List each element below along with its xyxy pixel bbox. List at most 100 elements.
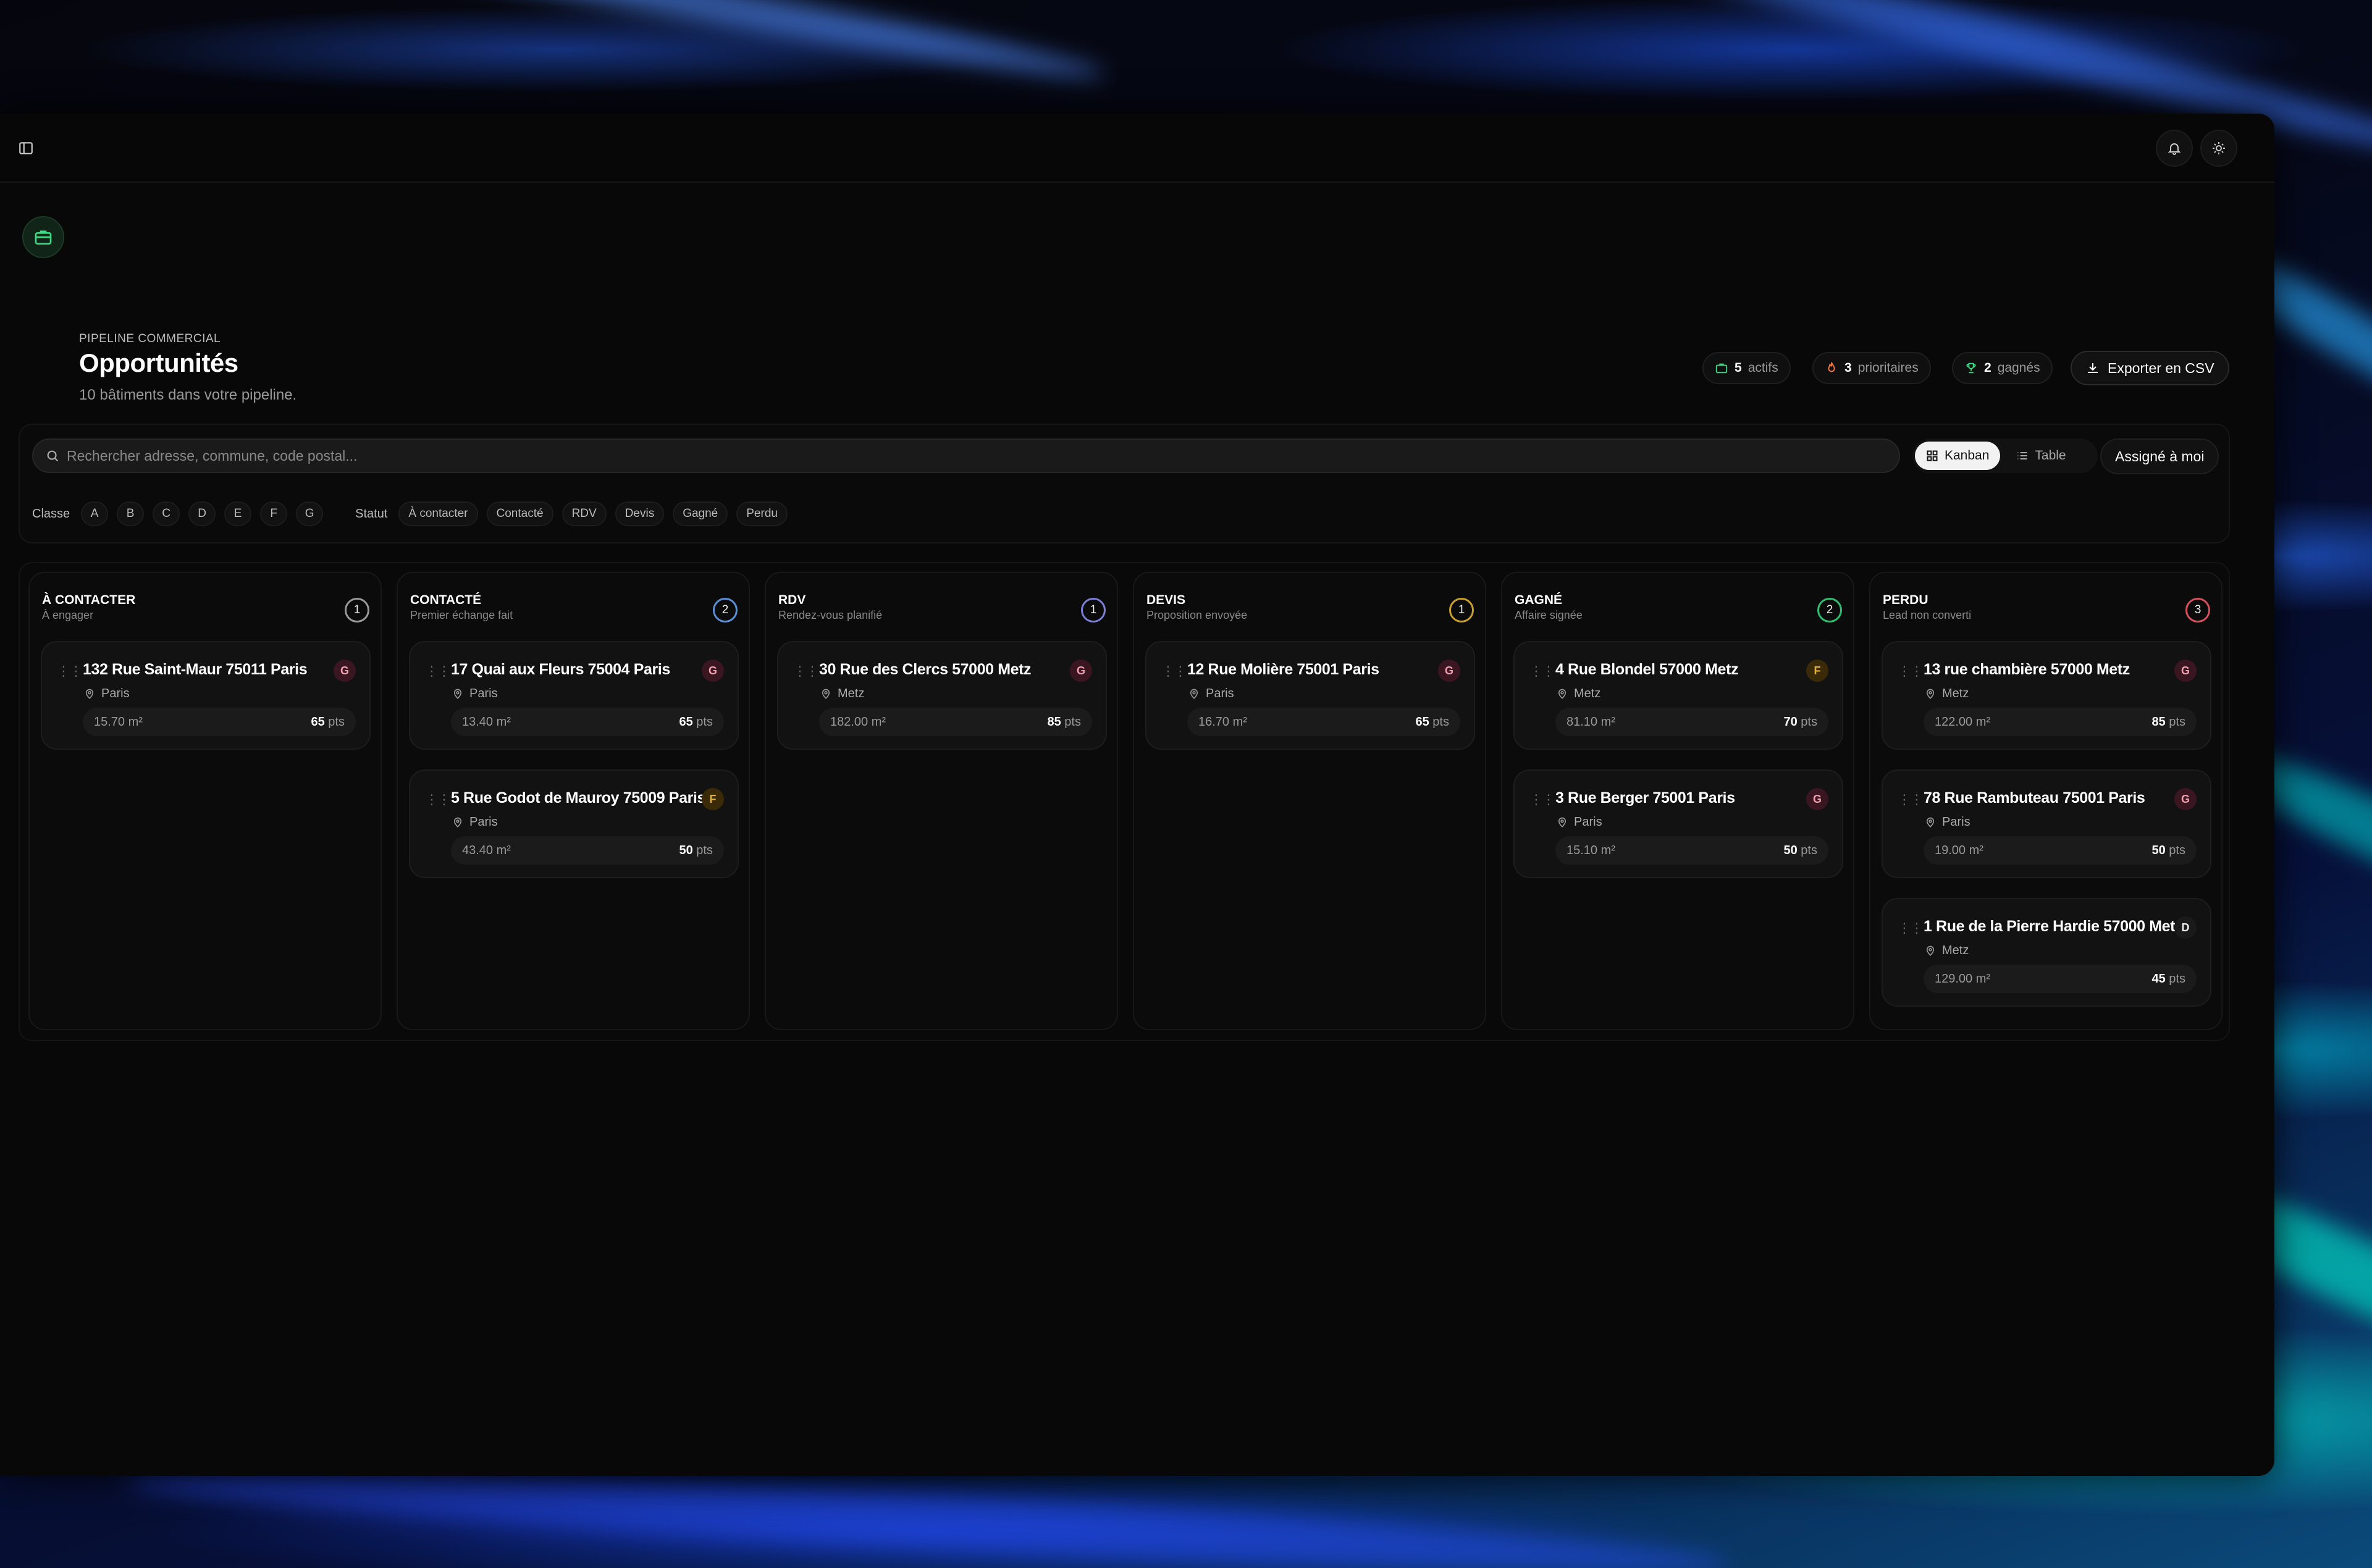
card-score-unit: pts [2165,843,2185,857]
column-subtitle: Lead non converti [1883,609,1972,621]
download-icon [2088,363,2098,373]
classe-badge: G [702,660,724,682]
opportunity-card[interactable]: ⋮⋮ 4 Rue Blondel 57000 Metz F Metz 81.10 m² 7… [1513,641,1843,750]
card-city-label: Paris [1942,815,1970,829]
map-pin-icon [453,689,462,699]
card-score-value: 50 [1783,843,1798,857]
card-score: 65 pts [1416,715,1450,729]
card-score-unit: pts [2165,715,2185,729]
kanban-column: GAGNÉ Affaire signée 2 ⋮⋮ 4 Rue Blondel 5700… [1501,572,1854,1030]
drag-handle-icon[interactable]: ⋮⋮ [1898,792,1924,808]
classe-chip-c[interactable]: C [153,501,180,526]
card-surface: 129.00 m² [1935,971,1991,986]
classe-chip-e[interactable]: E [224,501,252,526]
classe-badge: G [1438,660,1460,682]
statut-chip-1[interactable]: Contacté [486,501,553,526]
card-city: Paris [1188,687,1234,701]
statut-chip-5[interactable]: Perdu [736,501,788,526]
map-pin-icon [822,689,830,699]
statut-chip-3[interactable]: Devis [615,501,665,526]
card-score-value: 50 [2151,843,2166,857]
classe-chip-g[interactable]: G [296,501,324,526]
opportunity-card[interactable]: ⋮⋮ 5 Rue Godot de Mauroy 75009 Paris F Pari… [409,769,739,878]
card-address: 3 Rue Berger 75001 Paris [1555,789,1735,807]
map-pin-icon [1926,817,1935,828]
filter-chips: Classe A B C D E F G Statut À contacter Contacté RD… [32,501,788,526]
export-csv-button[interactable]: Exporter en CSV [2071,351,2229,385]
classe-chip-b[interactable]: B [117,501,145,526]
page-title: Opportunités [79,348,238,377]
drag-handle-icon[interactable]: ⋮⋮ [1529,792,1555,808]
drag-handle-icon[interactable]: ⋮⋮ [793,663,819,679]
drag-handle-icon[interactable]: ⋮⋮ [425,792,451,808]
opportunity-card[interactable]: ⋮⋮ 132 Rue Saint-Maur 75011 Paris G Paris 15… [41,641,371,750]
stat-gagnes-label: gagnés [1997,361,2040,375]
card-score: 65 pts [679,715,713,729]
search-input[interactable] [67,447,1886,464]
statut-chip-0[interactable]: À contacter [398,501,478,526]
card-surface: 15.10 m² [1567,843,1615,857]
classe-chip-a[interactable]: A [81,501,109,526]
card-score-unit: pts [692,843,713,857]
drag-handle-icon[interactable]: ⋮⋮ [1898,663,1924,679]
card-score: 70 pts [1784,715,1818,729]
search-bar[interactable] [32,438,1900,473]
column-title: À CONTACTER [42,593,136,607]
view-table-button[interactable]: Table [2005,442,2077,470]
statut-chip-4[interactable]: Gagné [673,501,728,526]
sun-icon[interactable] [2200,130,2237,167]
classe-badge: G [2174,660,2197,682]
column-count-badge: 1 [1081,598,1106,623]
card-city-label: Metz [1942,944,1969,957]
assigned-to-me-button[interactable]: Assigné à moi [2100,438,2219,474]
drag-handle-icon[interactable]: ⋮⋮ [1898,920,1924,936]
filters-panel: Kanban Table Assigné à moi ClasseABCDEFG… [19,424,2230,543]
opportunity-card[interactable]: ⋮⋮ 30 Rue des Clercs 57000 Metz G Metz 182.0… [777,641,1107,750]
statut-filter-label: Statut [355,506,388,521]
stat-prioritaires: 3 prioritaires [1812,352,1931,384]
opportunity-card[interactable]: ⋮⋮ 3 Rue Berger 75001 Paris G Paris 15.10 m²… [1513,769,1843,878]
card-address: 1 Rue de la Pierre Hardie 57000 Metz [1924,918,2183,935]
drag-handle-icon[interactable]: ⋮⋮ [1529,663,1555,679]
card-surface: 122.00 m² [1935,715,1991,729]
card-metrics: 182.00 m² 85 pts [819,708,1092,736]
card-score-value: 85 [1047,715,1061,729]
opportunity-card[interactable]: ⋮⋮ 13 rue chambière 57000 Metz G Metz 122.00… [1882,641,2211,750]
card-address: 12 Rue Molière 75001 Paris [1187,661,1379,678]
column-title: DEVIS [1146,593,1186,607]
classe-chip-f[interactable]: F [260,501,288,526]
opportunity-card[interactable]: ⋮⋮ 78 Rue Rambuteau 75001 Paris G Paris 19.0… [1882,769,2211,878]
card-score-unit: pts [324,715,345,729]
map-pin-icon [1926,945,1935,956]
statut-chip-2[interactable]: RDV [561,501,607,526]
card-city-label: Paris [469,687,498,700]
map-pin-icon [1558,689,1567,699]
card-city: Metz [1557,687,1600,701]
drag-handle-icon[interactable]: ⋮⋮ [57,663,83,679]
card-score-value: 65 [311,715,325,729]
card-city: Paris [452,815,498,829]
drag-handle-icon[interactable]: ⋮⋮ [1161,663,1187,679]
bell-icon[interactable] [2156,130,2193,167]
card-score-value: 65 [679,715,693,729]
column-subtitle: Rendez-vous planifié [778,609,883,621]
view-kanban-button[interactable]: Kanban [1915,442,2001,470]
kanban-column: CONTACTÉ Premier échange fait 2 ⋮⋮ 17 Quai a… [397,572,750,1030]
opportunity-card[interactable]: ⋮⋮ 12 Rue Molière 75001 Paris G Paris 16.70 … [1145,641,1475,750]
card-city: Metz [1925,687,1969,701]
card-metrics: 81.10 m² 70 pts [1555,708,1828,736]
card-surface: 16.70 m² [1198,715,1247,729]
list-icon [2017,452,2027,459]
app-window: PIPELINE COMMERCIAL Opportunités 10 bâti… [0,114,2274,1476]
card-address: 132 Rue Saint-Maur 75011 Paris [83,661,308,678]
opportunity-card[interactable]: ⋮⋮ 1 Rue de la Pierre Hardie 57000 Metz D M… [1882,898,2211,1007]
opportunity-card[interactable]: ⋮⋮ 17 Quai aux Fleurs 75004 Paris G Paris 13… [409,641,739,750]
column-title: GAGNÉ [1515,593,1563,607]
card-score: 45 pts [2152,972,2186,986]
sidebar-toggle-icon[interactable] [7,130,44,167]
classe-chip-d[interactable]: D [188,501,216,526]
classe-badge: F [1806,660,1828,682]
export-csv-label: Exporter en CSV [2108,359,2214,376]
column-title: CONTACTÉ [410,593,482,607]
drag-handle-icon[interactable]: ⋮⋮ [425,663,451,679]
